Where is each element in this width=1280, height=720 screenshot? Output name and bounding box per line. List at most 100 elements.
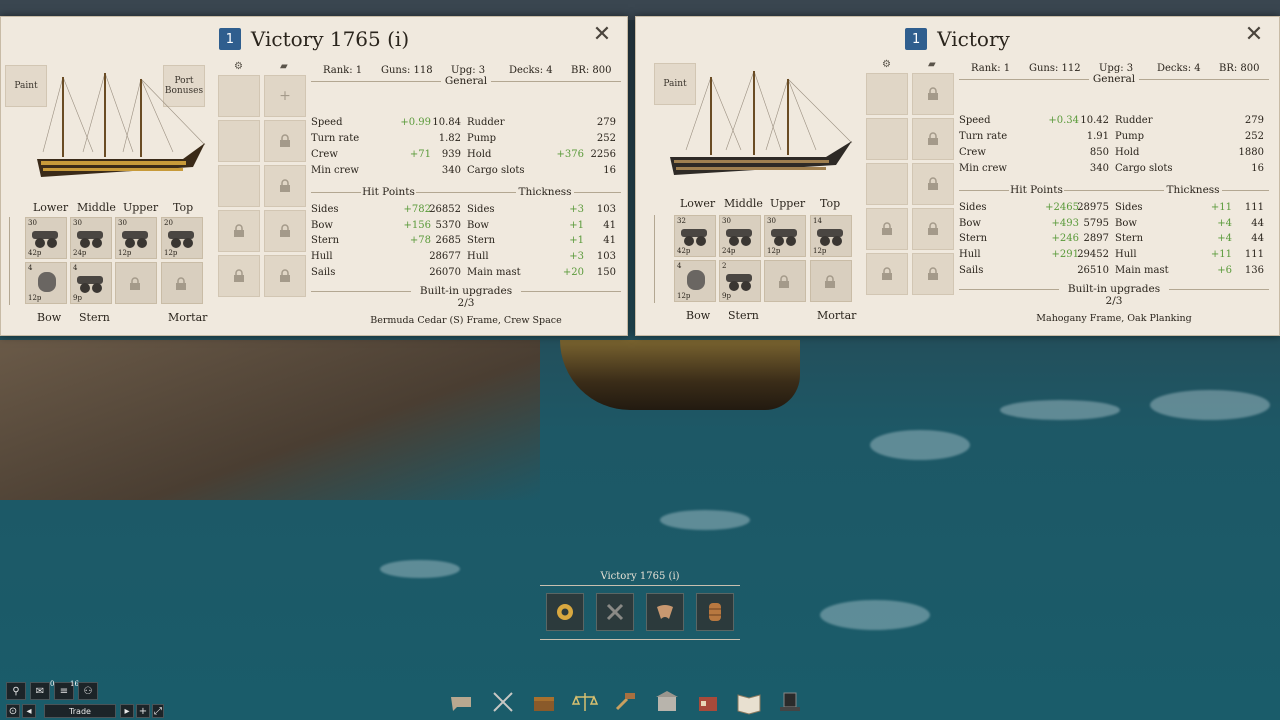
- close-button[interactable]: ✕: [1243, 24, 1265, 47]
- upgrade-slot[interactable]: [866, 208, 908, 250]
- summary-guns: Guns: 112: [1029, 63, 1081, 74]
- book-menu-button[interactable]: [732, 688, 766, 716]
- gun-slot-mortar-locked: [810, 260, 852, 302]
- right-arrow-button[interactable]: ▸: [120, 704, 134, 718]
- gun-slot-lower[interactable]: 30 42p: [25, 217, 67, 259]
- repair-button[interactable]: [596, 593, 634, 631]
- gun-slot-upper[interactable]: 30 12p: [115, 217, 157, 259]
- upgrade-slot[interactable]: [218, 165, 260, 207]
- wave-foam: [380, 560, 460, 578]
- ship-comparison-panel-left: 1 Victory 1765 (i) ✕ Paint Port Bonuses …: [0, 16, 628, 336]
- stat-delta: +493: [1051, 217, 1079, 229]
- docked-ship-hull: [560, 340, 800, 410]
- gun-slot-locked: [115, 262, 157, 304]
- expand-button[interactable]: ⤢: [152, 704, 164, 718]
- auction-menu-button[interactable]: [609, 688, 643, 716]
- upgrade-slot[interactable]: [218, 255, 260, 297]
- gun-slot-top[interactable]: 20 12p: [161, 217, 203, 259]
- stat-value: 2685: [435, 235, 461, 247]
- upgrade-slot[interactable]: [218, 75, 260, 117]
- stat-value: 340: [1089, 163, 1109, 174]
- cannon-icon: [122, 231, 148, 248]
- gun-slot-bow[interactable]: 4 12p: [25, 262, 67, 304]
- stat-label: Turn rate: [959, 131, 1008, 142]
- mortar-label: Mortar: [168, 311, 208, 324]
- gear-button[interactable]: [546, 593, 584, 631]
- stat-value: 26852: [429, 204, 461, 215]
- shop-menu-button[interactable]: [691, 688, 725, 716]
- gun-slot-stern[interactable]: 4 9p: [70, 262, 112, 304]
- stat-value: 1.91: [1086, 131, 1109, 142]
- left-arrow-button[interactable]: ◂: [22, 704, 36, 718]
- summary-decks: Decks: 4: [1157, 63, 1201, 74]
- stat-delta: +291: [1051, 249, 1079, 261]
- summary-guns: Guns: 118: [381, 65, 433, 76]
- stat-label: Hull: [1115, 249, 1137, 261]
- upgrade-slot[interactable]: [218, 120, 260, 162]
- stat-delta: +1: [569, 235, 584, 247]
- tophat-menu-button[interactable]: [773, 688, 807, 716]
- upgrade-slot[interactable]: [264, 255, 306, 297]
- settings-small-button[interactable]: ⊙: [6, 704, 20, 718]
- upgrade-slot[interactable]: [912, 118, 954, 160]
- stat-delta: +11: [1210, 249, 1232, 261]
- built-in-upgrades-count: Built-in upgrades 2/3: [419, 285, 513, 309]
- gun-slot-top[interactable]: 14 12p: [810, 215, 852, 257]
- stat-label: Hull: [959, 249, 981, 261]
- crossed-swords-menu-button[interactable]: [486, 688, 520, 716]
- gun-slot-bow[interactable]: 4 12p: [674, 260, 716, 302]
- stat-label: Sails: [959, 264, 984, 276]
- stat-label: Pump: [1115, 131, 1145, 142]
- stat-label: Bow: [959, 217, 981, 229]
- lock-icon: [234, 269, 244, 282]
- upgrade-slot[interactable]: [866, 253, 908, 295]
- gun-slot-middle[interactable]: 30 24p: [719, 215, 761, 257]
- chat-menu-button[interactable]: [445, 688, 479, 716]
- trade-channel-tab[interactable]: Trade: [44, 704, 116, 718]
- upgrade-slot[interactable]: [264, 210, 306, 252]
- wooden-dock: [0, 340, 540, 500]
- stat-label: Min crew: [311, 165, 359, 176]
- gun-slot-upper[interactable]: 30 12p: [764, 215, 806, 257]
- cannon-icon: [77, 276, 103, 293]
- close-button[interactable]: ✕: [591, 24, 613, 47]
- stat-value: 252: [596, 133, 616, 144]
- stat-value: 1880: [1238, 147, 1264, 158]
- gun-slot-lower[interactable]: 32 42p: [674, 215, 716, 257]
- scales-menu-button[interactable]: [568, 688, 602, 716]
- bottom-left-controls: ⚲ ✉ 0 ≡ 16 ⚇ ⊙ ◂ Trade ▸ + ⤢: [4, 680, 164, 720]
- sail-button[interactable]: [646, 593, 684, 631]
- profile-button[interactable]: ⚲: [6, 682, 26, 700]
- mail-button[interactable]: ✉: [30, 682, 50, 700]
- upgrade-slot[interactable]: [264, 120, 306, 162]
- gear-icon: ⚙: [234, 61, 243, 72]
- upgrade-slot[interactable]: [866, 73, 908, 115]
- group-button[interactable]: ⚇: [78, 682, 98, 700]
- chest-menu-button[interactable]: [527, 688, 561, 716]
- add-button[interactable]: +: [136, 704, 150, 718]
- cannon-icon: [681, 229, 707, 246]
- stat-label: Bow: [467, 219, 489, 231]
- upgrade-slot[interactable]: [912, 253, 954, 295]
- lock-icon: [928, 177, 938, 190]
- deck-bracket: [9, 217, 17, 305]
- chat-icon: [451, 697, 471, 711]
- cargo-button[interactable]: [696, 593, 734, 631]
- upgrade-slot[interactable]: [264, 165, 306, 207]
- cannon-icon: [168, 231, 194, 248]
- gun-slot-stern[interactable]: 2 9p: [719, 260, 761, 302]
- upgrade-slot[interactable]: [866, 163, 908, 205]
- stat-label: Stern: [959, 233, 988, 245]
- upgrade-slot[interactable]: [912, 163, 954, 205]
- gun-slot-middle[interactable]: 30 24p: [70, 217, 112, 259]
- lock-icon: [280, 224, 290, 237]
- upgrade-slot[interactable]: [912, 208, 954, 250]
- building-menu-button[interactable]: [650, 688, 684, 716]
- stat-value: 5370: [435, 219, 461, 231]
- upgrade-slot[interactable]: [912, 73, 954, 115]
- upgrade-slot[interactable]: [866, 118, 908, 160]
- gun-slot-mortar-locked: [161, 262, 203, 304]
- upgrade-slot[interactable]: +: [264, 75, 306, 117]
- stat-label: Min crew: [959, 163, 1007, 174]
- upgrade-slot[interactable]: [218, 210, 260, 252]
